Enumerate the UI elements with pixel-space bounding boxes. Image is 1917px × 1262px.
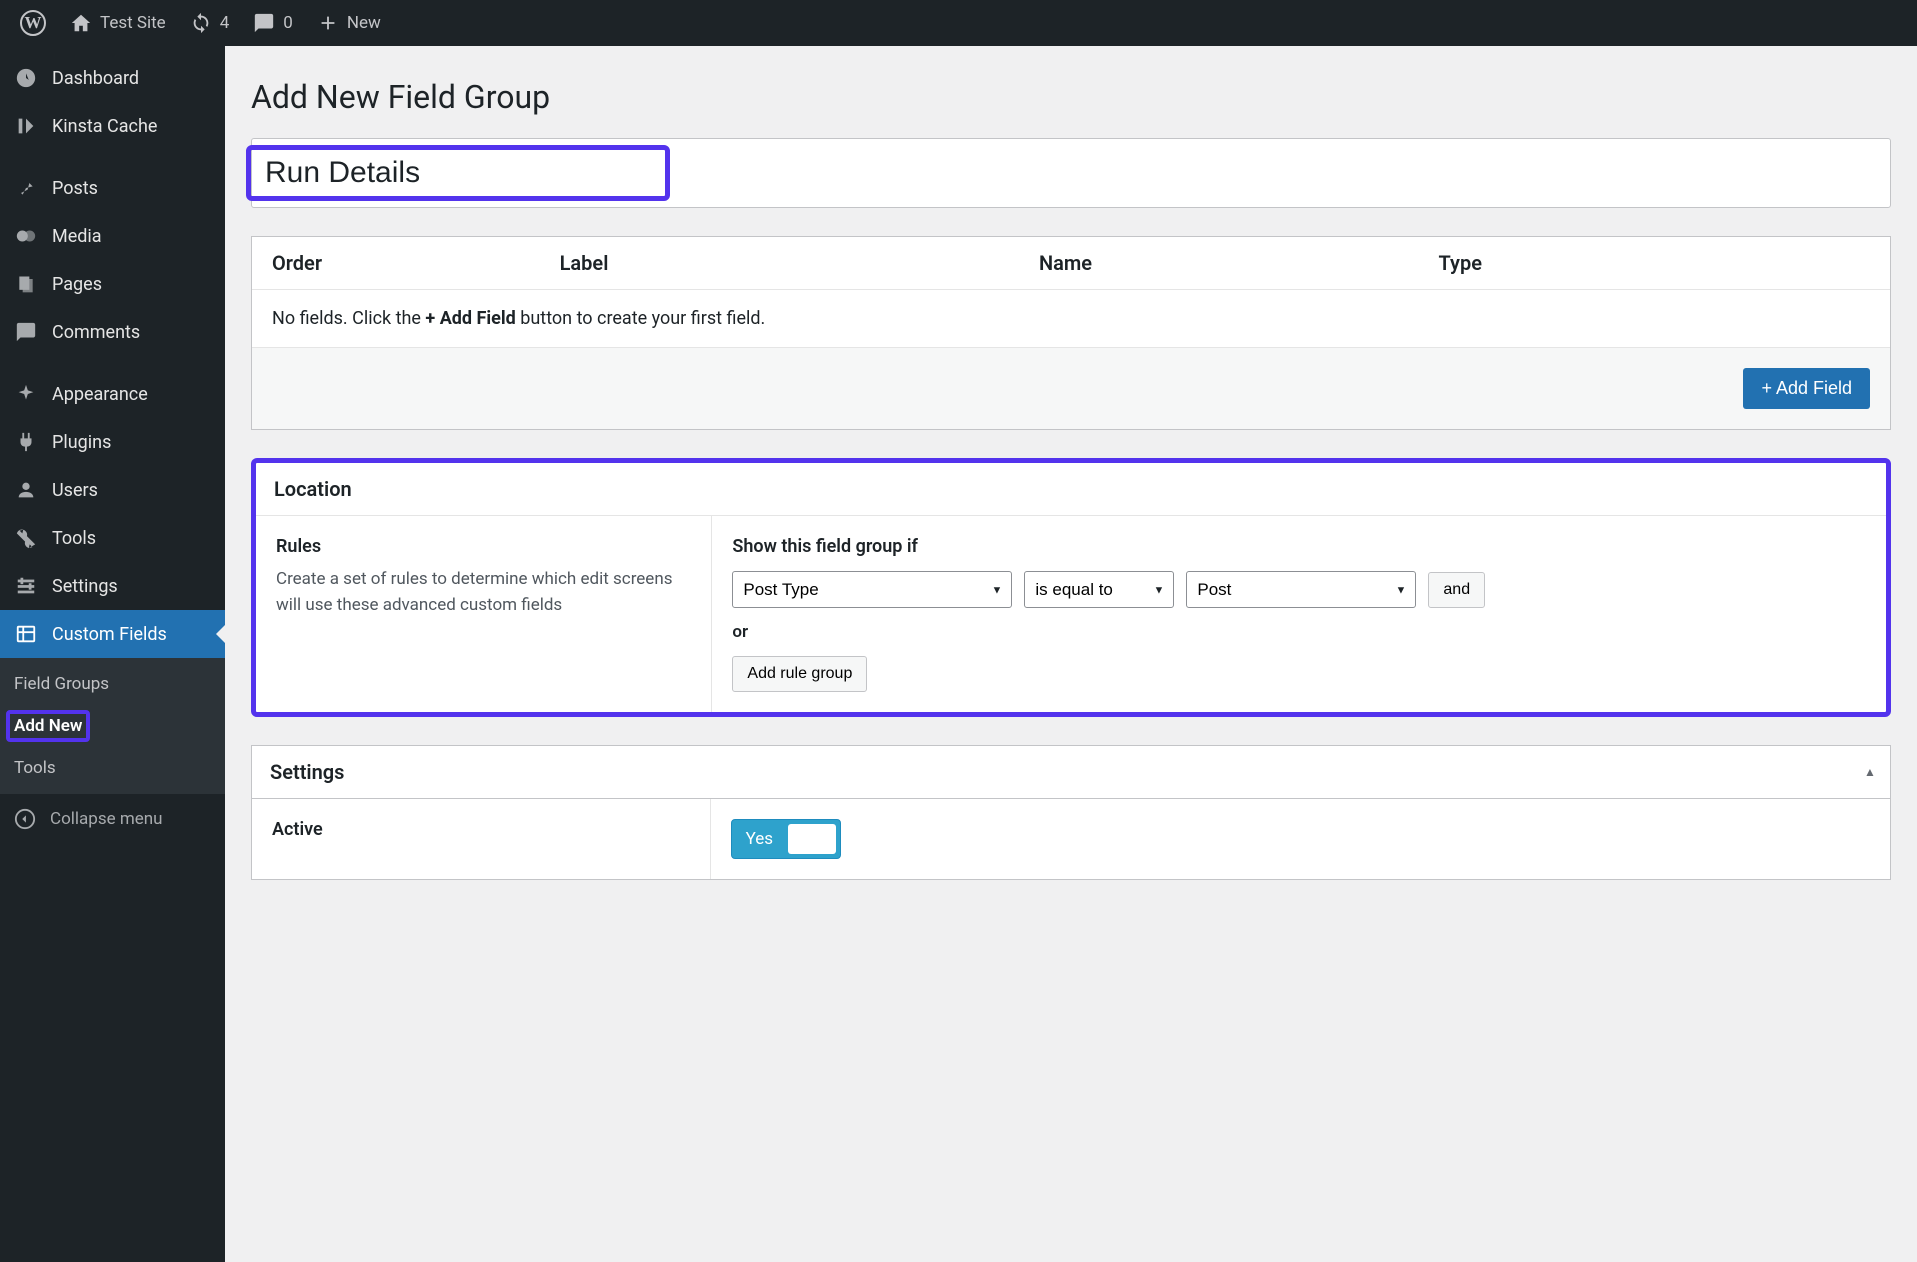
location-postbox: Location Rules Create a set of rules to … xyxy=(251,458,1891,717)
custom-fields-submenu: Field Groups Add New Tools xyxy=(0,658,225,794)
sidebar-label: Posts xyxy=(52,178,98,199)
rule-and-button[interactable]: and xyxy=(1428,572,1485,608)
tools-icon xyxy=(14,526,38,550)
location-title: Location xyxy=(274,477,352,501)
sidebar-label: Plugins xyxy=(52,432,111,453)
rule-row: Post Type is equal to Post and xyxy=(732,571,1866,608)
fields-table-header: Order Label Name Type xyxy=(252,237,1890,290)
col-order: Order xyxy=(272,251,560,275)
sidebar-label: Custom Fields xyxy=(52,624,167,645)
sidebar-item-tools[interactable]: Tools xyxy=(0,514,225,562)
rule-operator-select[interactable]: is equal to xyxy=(1024,571,1174,608)
comment-icon xyxy=(253,12,275,34)
sidebar-item-dashboard[interactable]: Dashboard xyxy=(0,54,225,102)
main-content: Add New Field Group Order Label Name Typ… xyxy=(225,46,1917,1262)
submenu-label: Tools xyxy=(14,758,56,778)
sidebar-item-media[interactable]: Media xyxy=(0,212,225,260)
submenu-tools[interactable]: Tools xyxy=(0,750,225,786)
collapse-menu[interactable]: Collapse menu xyxy=(0,794,225,844)
users-icon xyxy=(14,478,38,502)
updates-count: 4 xyxy=(220,13,230,33)
kinsta-icon xyxy=(14,114,38,138)
page-heading: Add New Field Group xyxy=(251,78,1891,116)
active-label: Active xyxy=(252,799,711,879)
toggle-knob xyxy=(788,824,836,854)
collapse-icon xyxy=(14,808,36,830)
sidebar-item-comments[interactable]: Comments xyxy=(0,308,225,356)
site-name: Test Site xyxy=(100,13,166,33)
rule-value-select[interactable]: Post xyxy=(1186,571,1416,608)
sidebar-item-posts[interactable]: Posts xyxy=(0,164,225,212)
sidebar-label: Users xyxy=(52,480,98,501)
sidebar-item-plugins[interactable]: Plugins xyxy=(0,418,225,466)
sidebar-label: Dashboard xyxy=(52,68,139,89)
col-name: Name xyxy=(1039,251,1439,275)
settings-toggle-icon[interactable]: ▲ xyxy=(1850,765,1890,779)
new-label: New xyxy=(347,13,381,33)
admin-sidebar: Dashboard Kinsta Cache Posts Media Pages… xyxy=(0,46,225,1262)
toggle-value: Yes xyxy=(732,829,773,849)
title-field-wrap xyxy=(251,138,1891,208)
settings-postbox: Settings ▲ Active Yes xyxy=(251,745,1891,880)
or-label: or xyxy=(732,622,1866,642)
admin-toolbar: W Test Site 4 0 New xyxy=(0,0,1917,46)
submenu-add-new[interactable]: Add New xyxy=(0,702,225,750)
sidebar-label: Settings xyxy=(52,576,118,597)
home-icon xyxy=(70,12,92,34)
sidebar-label: Tools xyxy=(52,528,96,549)
submenu-label: Field Groups xyxy=(14,674,109,694)
collapse-label: Collapse menu xyxy=(50,809,163,829)
rules-heading: Rules xyxy=(276,536,691,557)
comments-icon xyxy=(14,320,38,344)
dashboard-icon xyxy=(14,66,38,90)
sidebar-label: Pages xyxy=(52,274,102,295)
site-name-link[interactable]: Test Site xyxy=(58,0,178,46)
active-toggle[interactable]: Yes xyxy=(731,819,841,859)
fields-postbox: Order Label Name Type No fields. Click t… xyxy=(251,236,1891,430)
sidebar-item-users[interactable]: Users xyxy=(0,466,225,514)
sidebar-label: Kinsta Cache xyxy=(52,116,157,137)
updates-icon xyxy=(190,12,212,34)
add-field-button[interactable]: + Add Field xyxy=(1743,368,1870,409)
sidebar-label: Media xyxy=(52,226,102,247)
new-content-link[interactable]: New xyxy=(305,0,393,46)
sidebar-item-pages[interactable]: Pages xyxy=(0,260,225,308)
pin-icon xyxy=(14,176,38,200)
add-rule-group-button[interactable]: Add rule group xyxy=(732,656,867,692)
settings-icon xyxy=(14,574,38,598)
sidebar-label: Comments xyxy=(52,322,140,343)
appearance-icon xyxy=(14,382,38,406)
wp-logo[interactable]: W xyxy=(8,0,58,46)
rules-description: Create a set of rules to determine which… xyxy=(276,567,691,618)
media-icon xyxy=(14,224,38,248)
comments-link[interactable]: 0 xyxy=(241,0,305,46)
show-if-label: Show this field group if xyxy=(732,536,1866,557)
sidebar-item-kinsta[interactable]: Kinsta Cache xyxy=(0,102,225,150)
settings-title: Settings xyxy=(252,746,362,798)
col-label: Label xyxy=(560,251,1039,275)
submenu-field-groups[interactable]: Field Groups xyxy=(0,666,225,702)
sidebar-label: Appearance xyxy=(52,384,148,405)
col-type: Type xyxy=(1439,251,1870,275)
sidebar-item-custom-fields[interactable]: Custom Fields xyxy=(0,610,225,658)
comments-count: 0 xyxy=(283,13,293,33)
field-group-title-input[interactable] xyxy=(265,156,651,190)
pages-icon xyxy=(14,272,38,296)
no-fields-message: No fields. Click the + Add Field button … xyxy=(252,290,1890,348)
sidebar-item-settings[interactable]: Settings xyxy=(0,562,225,610)
updates-link[interactable]: 4 xyxy=(178,0,242,46)
plus-icon xyxy=(317,12,339,34)
rule-param-select[interactable]: Post Type xyxy=(732,571,1012,608)
sidebar-item-appearance[interactable]: Appearance xyxy=(0,370,225,418)
wordpress-icon: W xyxy=(20,10,46,36)
plugins-icon xyxy=(14,430,38,454)
submenu-label: Add New xyxy=(6,710,90,742)
custom-fields-icon xyxy=(14,622,38,646)
